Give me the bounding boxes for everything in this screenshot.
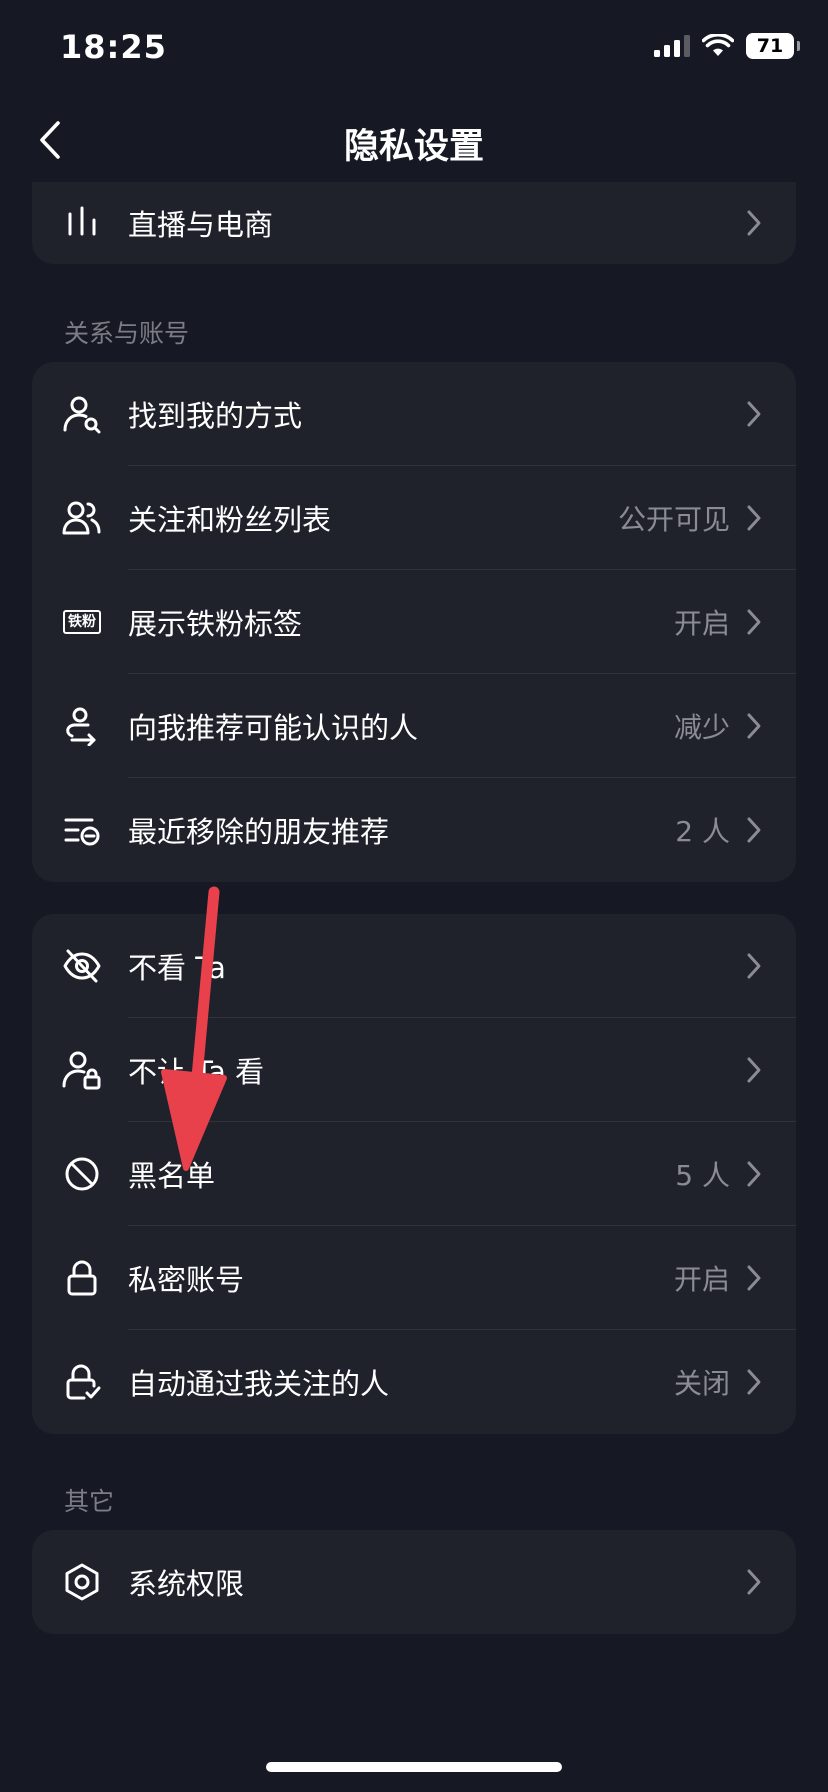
settings-row-label: 最近移除的朋友推荐: [128, 815, 390, 849]
fan-badge-icon: 铁粉: [62, 602, 102, 642]
user-search-icon: [62, 394, 102, 434]
fan-badge-text: 铁粉: [63, 610, 101, 634]
home-indicator: [266, 1762, 562, 1772]
settings-row-label: 关注和粉丝列表: [128, 503, 332, 537]
chevron-right-icon: [747, 609, 761, 635]
page-title: 隐私设置: [343, 127, 484, 167]
settings-row-auto-approve[interactable]: 自动通过我关注的人 关闭: [32, 1330, 796, 1434]
settings-row-hide-their-content[interactable]: 不看 Ta: [32, 914, 796, 1018]
battery-level: 71: [756, 35, 784, 57]
block-icon: [62, 1154, 102, 1194]
user-lock-icon: [62, 1050, 102, 1090]
other-card: 系统权限: [32, 1530, 796, 1634]
settings-row-value: 公开可见: [617, 503, 730, 536]
chevron-right-icon: [747, 210, 761, 236]
chevron-right-icon: [747, 1057, 761, 1083]
settings-row-live-commerce[interactable]: 直播与电商: [32, 182, 796, 264]
settings-row-system-permissions[interactable]: 系统权限: [32, 1530, 796, 1634]
recommend-people-icon: [62, 706, 102, 746]
settings-row-value: 2 人: [675, 815, 730, 848]
settings-row-label: 不让 Ta 看: [128, 1055, 265, 1089]
users-icon: [62, 498, 102, 538]
section-title-other: 其它: [64, 1487, 115, 1516]
chevron-right-icon: [747, 1161, 761, 1187]
settings-row-blacklist[interactable]: 黑名单 5 人: [32, 1122, 796, 1226]
settings-row-label: 私密账号: [128, 1263, 245, 1297]
cellular-signal-icon: [654, 35, 690, 57]
blocking-card: 不看 Ta 不让 Ta 看 黑名单 5 人 私密账号 开启 自动通过我关注的人 …: [32, 914, 796, 1434]
settings-row-label: 展示铁粉标签: [128, 607, 303, 641]
chevron-right-icon: [747, 953, 761, 979]
annotation-arrow: [161, 886, 227, 1171]
settings-row-label: 系统权限: [128, 1567, 245, 1601]
settings-row-recommend-people[interactable]: 向我推荐可能认识的人 减少: [32, 674, 796, 778]
live-commerce-card: 直播与电商: [32, 182, 796, 264]
settings-row-removed-recommendations[interactable]: 最近移除的朋友推荐 2 人: [32, 778, 796, 882]
bar-chart-icon: [62, 202, 102, 242]
chevron-right-icon: [747, 713, 761, 739]
settings-row-find-me[interactable]: 找到我的方式: [32, 362, 796, 466]
settings-row-value: 关闭: [673, 1367, 730, 1400]
chevron-right-icon: [747, 1369, 761, 1395]
settings-row-label: 向我推荐可能认识的人: [128, 711, 419, 745]
settings-row-label: 直播与电商: [128, 208, 274, 242]
section-title-relations: 关系与账号: [64, 319, 190, 348]
settings-row-follow-list[interactable]: 关注和粉丝列表 公开可见: [32, 466, 796, 570]
chevron-right-icon: [747, 401, 761, 427]
settings-row-label: 自动通过我关注的人: [128, 1367, 390, 1401]
settings-row-value: 开启: [673, 607, 730, 640]
chevron-right-icon: [747, 505, 761, 531]
status-bar: 18:25 71: [0, 0, 828, 100]
settings-row-value: 减少: [673, 711, 730, 744]
settings-row-hide-my-content[interactable]: 不让 Ta 看: [32, 1018, 796, 1122]
settings-row-value: 5 人: [675, 1159, 730, 1192]
chevron-right-icon: [747, 1265, 761, 1291]
nav-bar: 隐私设置: [0, 100, 828, 182]
settings-row-label: 找到我的方式: [128, 399, 303, 433]
eye-off-icon: [62, 946, 102, 986]
wifi-icon: [702, 34, 734, 56]
removed-list-icon: [62, 810, 102, 850]
settings-row-value: 开启: [673, 1263, 730, 1296]
settings-hexagon-icon: [62, 1562, 102, 1602]
settings-row-label: 黑名单: [128, 1159, 216, 1193]
chevron-right-icon: [747, 1569, 761, 1595]
settings-row-private-account[interactable]: 私密账号 开启: [32, 1226, 796, 1330]
lock-icon: [62, 1258, 102, 1298]
settings-row-fan-badge[interactable]: 铁粉 展示铁粉标签 开启: [32, 570, 796, 674]
relations-card: 找到我的方式 关注和粉丝列表 公开可见 铁粉 展示铁粉标签 开启 向我推荐可能认…: [32, 362, 796, 882]
settings-row-label: 不看 Ta: [128, 951, 226, 985]
battery-icon: 71: [746, 33, 800, 59]
status-icons: 71: [654, 33, 800, 59]
lock-check-icon: [62, 1362, 102, 1402]
status-time: 18:25: [60, 28, 167, 66]
chevron-right-icon: [747, 817, 761, 843]
